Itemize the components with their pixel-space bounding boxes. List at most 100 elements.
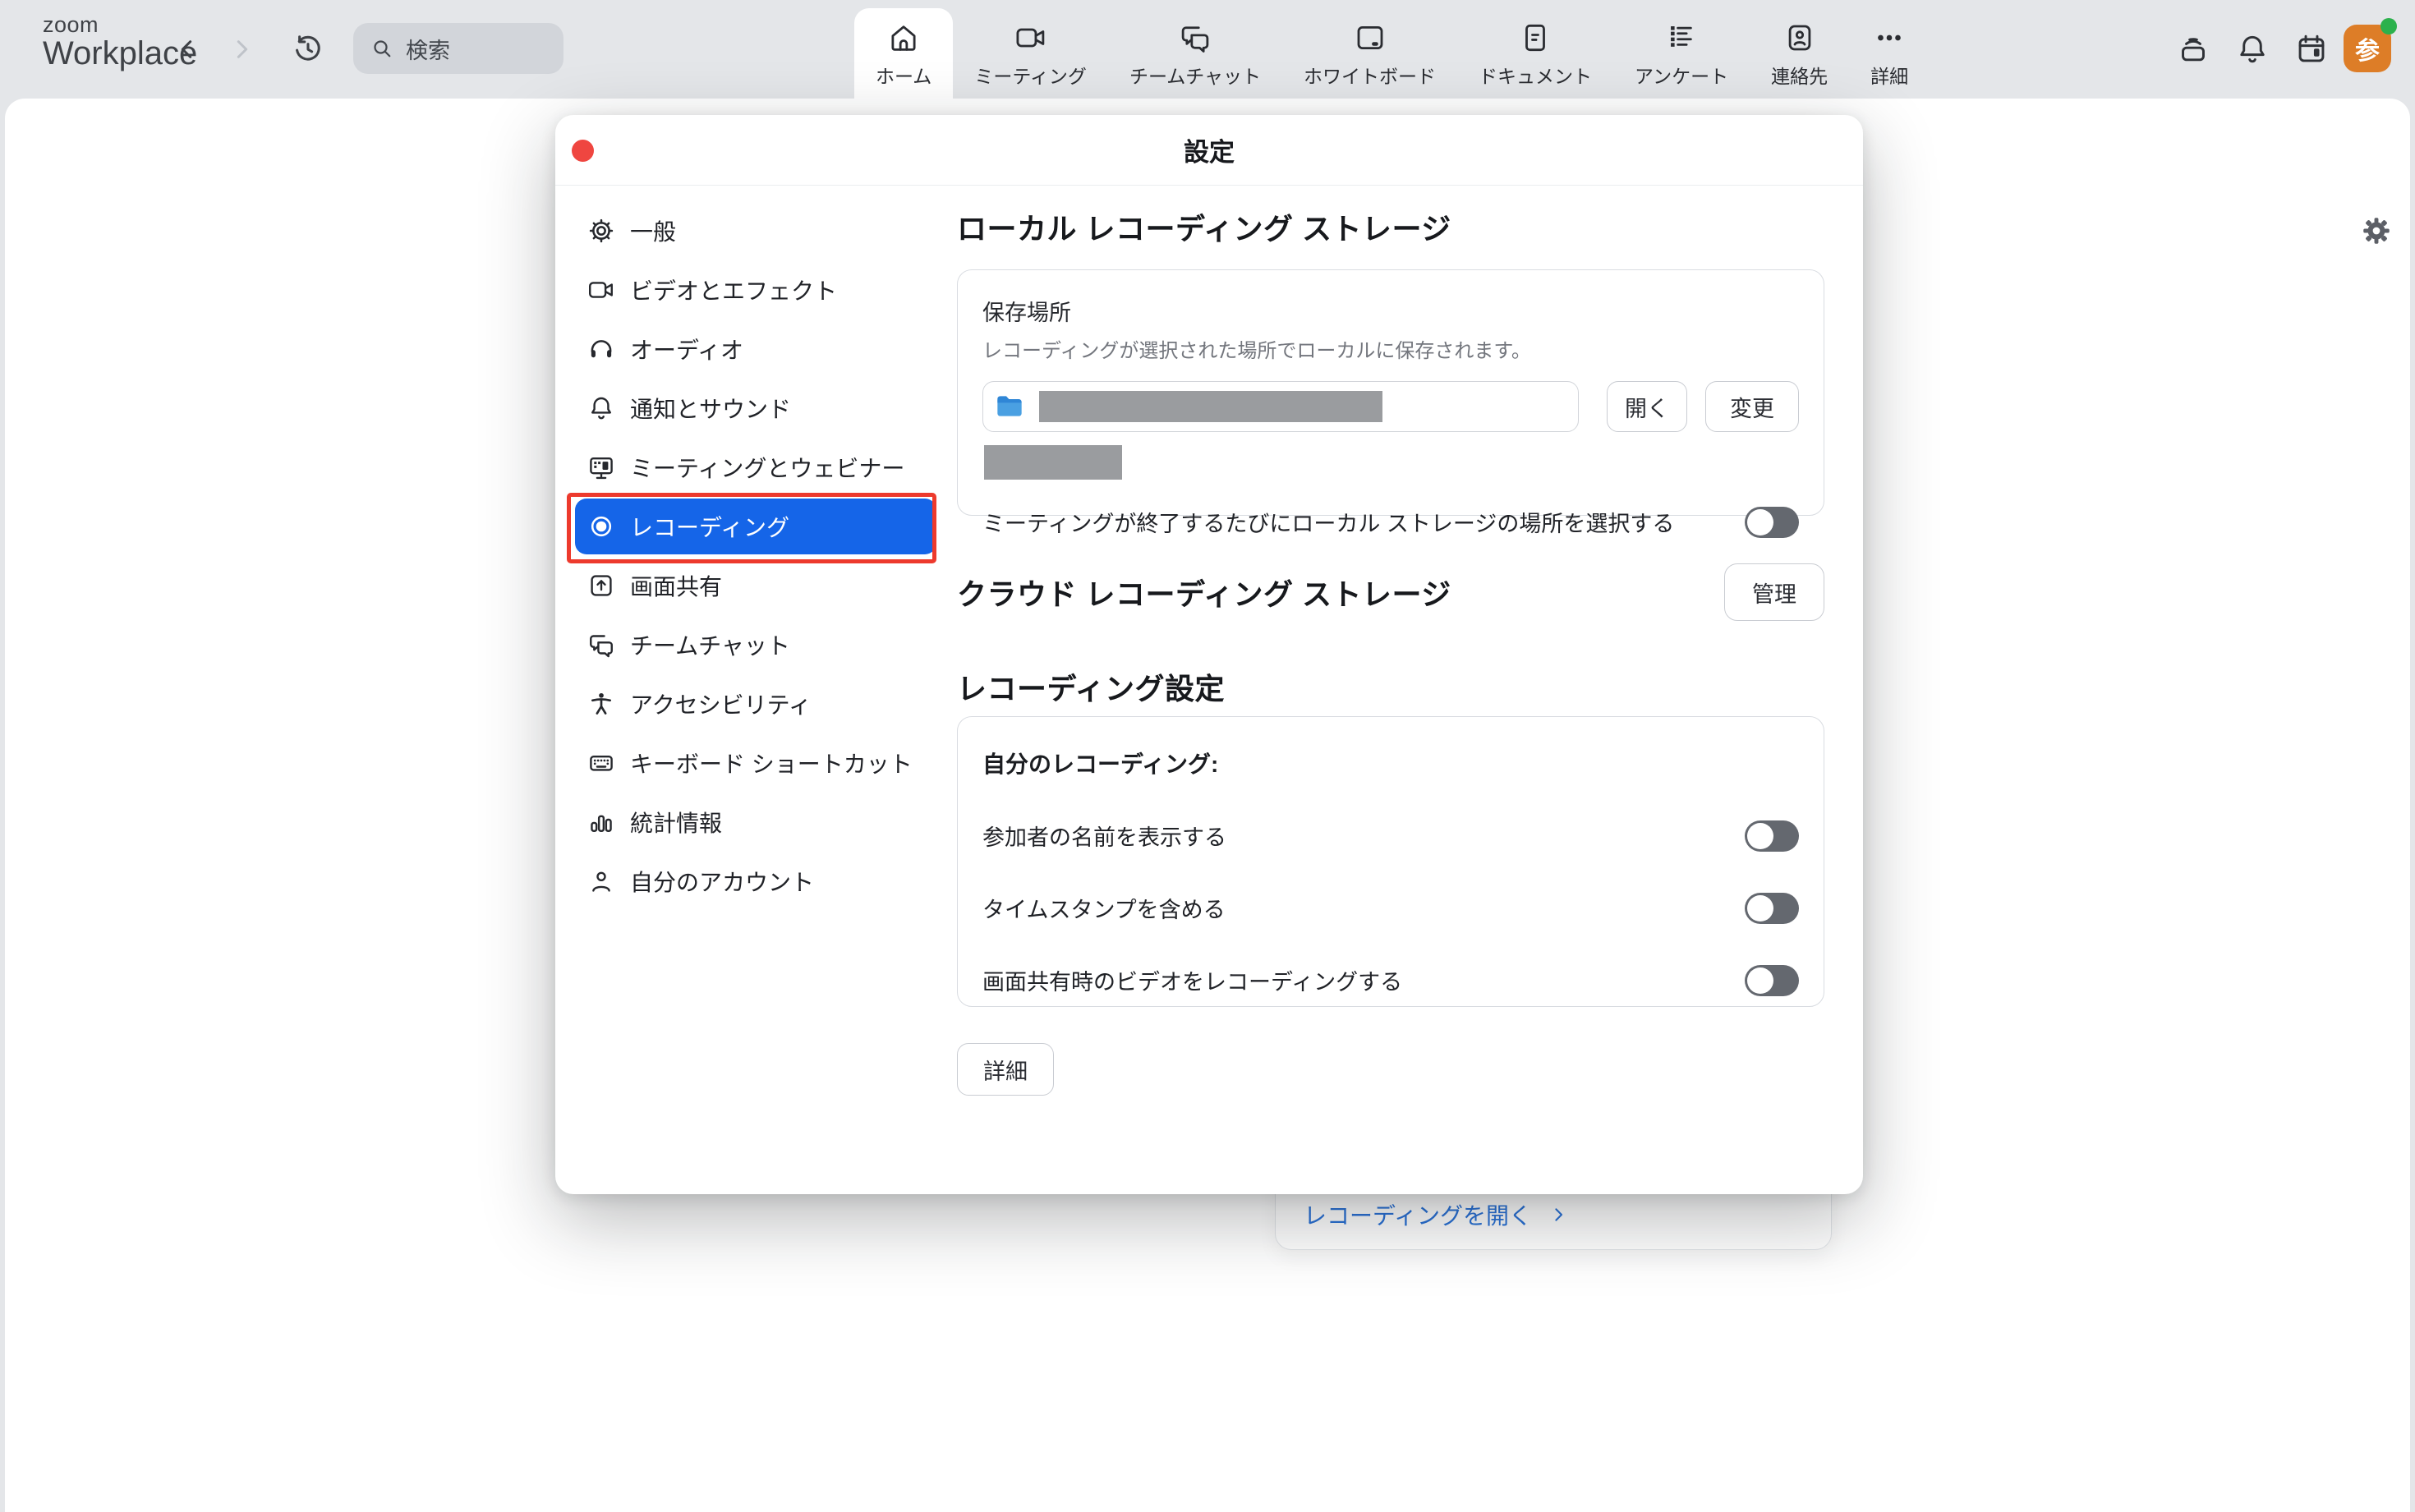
my-recordings-card: 自分のレコーディング: 参加者の名前を表示する タイムスタンプを含める 画面共有… [957, 716, 1824, 1007]
whiteboard-icon [1353, 19, 1387, 55]
sidebar-item-label: 自分のアカウント [630, 865, 814, 898]
choose-location-toggle-row: ミーティングが終了するたびにローカル ストレージの場所を選択する [982, 506, 1799, 538]
tab-label: ホーム [876, 61, 932, 89]
sidebar-item-label: 一般 [630, 214, 676, 247]
chat-bubbles-icon [586, 630, 616, 659]
sidebar-item-accessibility[interactable]: アクセシビリティ [575, 674, 936, 733]
toggle-knob [1747, 895, 1773, 921]
chevron-left-icon [173, 35, 201, 63]
show-participant-names-label: 参加者の名前を表示する [982, 820, 1226, 852]
sidebar-item-recording[interactable]: レコーディング [575, 499, 936, 554]
change-button[interactable]: 変更 [1705, 381, 1799, 432]
tab-label: ミーティング [974, 61, 1087, 89]
tab-home[interactable]: ホーム [854, 8, 953, 99]
choose-location-toggle[interactable] [1745, 507, 1799, 538]
tab-label: 詳細 [1870, 61, 1908, 89]
settings-dialog: 設定 一般 ビデオとエフェクト オーディオ 通知とサウンド ミーティングとウェビ… [555, 115, 1863, 1194]
tab-surveys[interactable]: アンケート [1613, 0, 1750, 99]
calendar-icon [2293, 31, 2330, 67]
folder-icon [993, 390, 1026, 423]
tab-meetings[interactable]: ミーティング [953, 0, 1108, 99]
sidebar-item-screen-share[interactable]: 画面共有 [575, 556, 936, 615]
document-icon [1518, 19, 1552, 55]
local-storage-card: 保存場所 レコーディングが選択された場所でローカルに保存されます。 開く 変更 … [957, 269, 1824, 516]
gear-icon [2359, 214, 2394, 248]
tab-team-chat[interactable]: チームチャット [1108, 0, 1282, 99]
sidebar-item-meetings-webinars[interactable]: ミーティングとウェビナー [575, 438, 936, 497]
sidebar-item-label: 統計情報 [630, 806, 722, 839]
recording-settings-heading: レコーディング設定 [957, 665, 1225, 708]
path-row: 開く 変更 [982, 381, 1799, 432]
sidebar-item-label: キーボード ショートカット [630, 747, 913, 779]
tab-label: ホワイトボード [1304, 61, 1436, 89]
ellipsis-icon [1872, 19, 1907, 55]
close-button[interactable] [572, 140, 594, 162]
search-input[interactable]: 検索 [353, 23, 564, 74]
cloud-recording-storage-heading: クラウド レコーディング ストレージ [957, 571, 1451, 614]
tab-more[interactable]: 詳細 [1849, 0, 1930, 99]
presence-dot [2380, 18, 2397, 34]
dialog-title: 設定 [1184, 131, 1235, 168]
manage-button[interactable]: 管理 [1724, 563, 1824, 621]
share-screen-icon [586, 571, 616, 600]
sidebar-item-label: ミーティングとウェビナー [630, 451, 904, 484]
sidebar-item-general[interactable]: 一般 [575, 201, 936, 260]
avatar-initial: 参 [2355, 30, 2380, 67]
history-button[interactable] [289, 30, 329, 69]
bell-icon [2234, 31, 2270, 67]
record-video-during-share-row: 画面共有時のビデオをレコーディングする [982, 964, 1799, 996]
contacts-icon [1782, 19, 1817, 55]
bar-chart-icon [586, 807, 616, 837]
tab-whiteboard[interactable]: ホワイトボード [1282, 0, 1457, 99]
record-icon [586, 512, 616, 541]
calendar-button[interactable] [2293, 31, 2330, 67]
open-recordings-link[interactable]: レコーディングを開く [1304, 1198, 1568, 1231]
chevron-right-icon [1548, 1205, 1568, 1225]
recording-path-field[interactable] [982, 381, 1579, 432]
search-icon [370, 36, 394, 61]
sidebar-item-label: 画面共有 [630, 569, 722, 602]
page-settings-button[interactable] [2359, 214, 2394, 248]
cloud-storage-row: クラウド レコーディング ストレージ 管理 [957, 563, 1824, 621]
back-button[interactable] [169, 31, 205, 67]
sidebar-item-audio[interactable]: オーディオ [575, 319, 936, 379]
tab-label: ドキュメント [1479, 61, 1592, 89]
bell-icon [586, 393, 616, 423]
history-icon [289, 30, 329, 67]
include-timestamp-toggle[interactable] [1745, 893, 1799, 924]
survey-list-icon [1664, 19, 1699, 55]
save-location-description: レコーディングが選択された場所でローカルに保存されます。 [982, 334, 1799, 363]
sidebar-item-label: 通知とサウンド [630, 392, 791, 425]
sidebar-item-keyboard-shortcuts[interactable]: キーボード ショートカット [575, 733, 936, 793]
open-recordings-label: レコーディングを開く [1304, 1198, 1532, 1231]
record-video-during-share-toggle[interactable] [1745, 965, 1799, 996]
recording-settings-panel: ローカル レコーディング ストレージ 保存場所 レコーディングが選択された場所で… [957, 186, 1829, 1194]
toggle-knob [1747, 509, 1773, 535]
keyboard-icon [586, 748, 616, 778]
tab-docs[interactable]: ドキュメント [1457, 0, 1613, 99]
sidebar-item-statistics[interactable]: 統計情報 [575, 793, 936, 852]
screen-grid-icon [586, 453, 616, 482]
sidebar-item-my-account[interactable]: 自分のアカウント [575, 852, 936, 911]
search-placeholder: 検索 [406, 33, 450, 65]
show-participant-names-toggle[interactable] [1745, 820, 1799, 852]
notifications-button[interactable] [2234, 31, 2270, 67]
chat-bubbles-icon [1178, 19, 1212, 55]
sidebar-item-label: アクセシビリティ [630, 687, 812, 720]
sidebar-item-team-chat[interactable]: チームチャット [575, 615, 936, 674]
chevron-right-icon [228, 35, 255, 63]
sidebar-item-video-effects[interactable]: ビデオとエフェクト [575, 260, 936, 319]
forward-button[interactable] [223, 31, 260, 67]
open-button[interactable]: 開く [1607, 381, 1687, 432]
include-timestamp-row: タイムスタンプを含める [982, 892, 1799, 924]
detail-button[interactable]: 詳細 [957, 1043, 1054, 1096]
gear-icon [586, 216, 616, 246]
tab-contacts[interactable]: 連絡先 [1750, 0, 1849, 99]
include-timestamp-label: タイムスタンプを含める [982, 892, 1226, 924]
top-bar: zoom Workplace 検索 ホーム ミーティング チームチャット ホワイ… [0, 0, 2415, 99]
home-icon [886, 19, 921, 55]
connect-device-icon [2175, 31, 2211, 67]
redacted-path-value [1039, 391, 1382, 422]
sidebar-item-notifications-sound[interactable]: 通知とサウンド [575, 379, 936, 438]
connect-device-button[interactable] [2175, 31, 2211, 67]
